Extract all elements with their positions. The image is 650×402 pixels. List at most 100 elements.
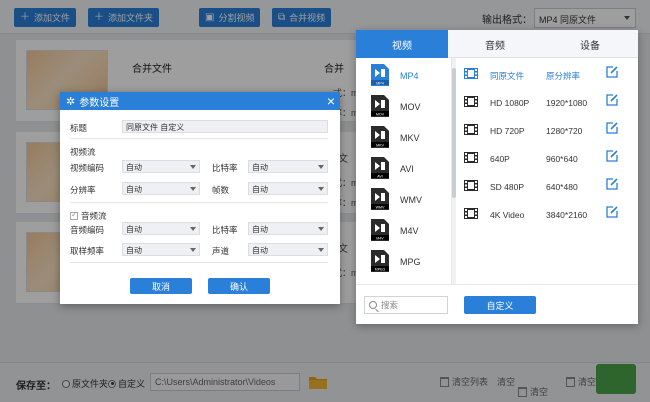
chevron-down-icon xyxy=(190,187,196,191)
audio-bitrate-label: 比特率 xyxy=(212,225,238,235)
sample-rate-label: 取样频率 xyxy=(70,246,105,256)
quality-row[interactable]: 640P 960*640 xyxy=(460,144,636,172)
format-icon-label: M4V xyxy=(376,236,384,240)
divider xyxy=(70,202,328,203)
video-file-icon: M4V xyxy=(371,219,389,241)
quality-resolution: 3840*2160 xyxy=(546,210,588,220)
video-codec-select[interactable]: 自动 xyxy=(122,160,200,173)
gear-icon: ✲ xyxy=(66,95,76,108)
edit-icon[interactable] xyxy=(605,177,619,191)
audio-bitrate-select[interactable]: 自动 xyxy=(248,222,328,235)
edit-icon[interactable] xyxy=(605,149,619,163)
fps-label: 帧数 xyxy=(212,185,230,195)
format-item-avi[interactable]: AVI AVI xyxy=(356,153,451,184)
quality-name: SD 480P xyxy=(490,182,525,192)
tab-audio[interactable]: 音频 xyxy=(448,30,542,58)
format-item-mpg[interactable]: MPEG MPG xyxy=(356,246,451,277)
format-item-mp4[interactable]: MP4 MP4 xyxy=(356,60,451,91)
quality-resolution: 原分辨率 xyxy=(546,71,581,81)
video-file-icon: MPEG xyxy=(371,250,389,272)
audio-codec-label: 音频编码 xyxy=(70,225,105,235)
format-item-mkv[interactable]: MKV MKV xyxy=(356,122,451,153)
format-name: M4V xyxy=(400,226,419,236)
tab-device[interactable]: 设备 xyxy=(542,30,638,58)
edit-icon[interactable] xyxy=(605,121,619,135)
custom-button[interactable]: 自定义 xyxy=(464,296,536,314)
quality-row[interactable]: SD 480P 640*480 xyxy=(460,172,636,200)
resolution-label: 分辨率 xyxy=(70,185,96,195)
divider xyxy=(70,262,328,263)
quality-resolution: 1920*1080 xyxy=(546,98,588,108)
channel-select[interactable]: 自动 xyxy=(248,243,328,256)
format-list: MP4 MP4 MOV MOV MKV MKV AVI AVI WMV WMV M4V M4V MPEG… xyxy=(356,58,452,284)
film-icon xyxy=(464,96,478,107)
resolution-select[interactable]: 自动 xyxy=(122,182,200,195)
divider xyxy=(70,138,328,139)
quality-name: 同原文件 xyxy=(490,71,525,81)
bitrate-select[interactable]: 自动 xyxy=(248,160,328,173)
quality-row[interactable]: HD 1080P 1920*1080 xyxy=(460,88,636,116)
quality-name: HD 720P xyxy=(490,126,525,136)
quality-resolution: 1280*720 xyxy=(546,126,583,136)
chevron-down-icon xyxy=(190,248,196,252)
format-name: AVI xyxy=(400,164,414,174)
title-input[interactable]: 同原文件 自定义 xyxy=(122,120,328,133)
film-icon xyxy=(464,124,478,135)
channel-label: 声道 xyxy=(212,246,230,256)
quality-row[interactable]: 4K Video 3840*2160 xyxy=(460,200,636,228)
format-icon-label: MPEG xyxy=(375,267,386,271)
format-icon-label: MOV xyxy=(376,112,385,116)
film-icon xyxy=(464,208,478,219)
chevron-down-icon xyxy=(318,248,324,252)
format-icon-label: AVI xyxy=(377,174,383,178)
audio-codec-select[interactable]: 自动 xyxy=(122,222,200,235)
video-file-icon: MP4 xyxy=(371,64,389,86)
confirm-button[interactable]: 确认 xyxy=(208,278,270,294)
format-icon-label: MKV xyxy=(376,143,384,147)
close-icon[interactable]: × xyxy=(327,93,335,109)
video-file-icon: AVI xyxy=(371,157,389,179)
chevron-down-icon xyxy=(190,165,196,169)
video-file-icon: MKV xyxy=(371,126,389,148)
quality-name: 640P xyxy=(490,154,510,164)
quality-name: 4K Video xyxy=(490,210,525,220)
format-item-m4v[interactable]: M4V M4V xyxy=(356,215,451,246)
chevron-down-icon xyxy=(318,165,324,169)
audio-stream-checkbox[interactable]: 音频流 xyxy=(70,210,107,222)
scrollbar-thumb[interactable] xyxy=(452,68,456,198)
title-label: 标题 xyxy=(70,123,88,133)
quality-resolution: 960*640 xyxy=(546,154,578,164)
chevron-down-icon xyxy=(318,227,324,231)
chevron-down-icon xyxy=(190,227,196,231)
film-icon xyxy=(464,68,478,79)
video-file-icon: MOV xyxy=(371,95,389,117)
sample-rate-select[interactable]: 自动 xyxy=(122,243,200,256)
video-file-icon: WMV xyxy=(371,188,389,210)
checkbox-icon xyxy=(70,210,78,220)
quality-row[interactable]: HD 720P 1280*720 xyxy=(460,116,636,144)
params-dialog: ✲ 参数设置 × 标题 同原文件 自定义 视频流 视频编码 自动 比特率 自动 … xyxy=(60,92,340,304)
fps-select[interactable]: 自动 xyxy=(248,182,328,195)
format-name: MKV xyxy=(400,133,420,143)
params-dialog-header: ✲ 参数设置 × xyxy=(60,92,340,110)
quality-row[interactable]: 同原文件 原分辨率 xyxy=(460,60,636,88)
video-codec-label: 视频编码 xyxy=(70,163,105,173)
format-name: MP4 xyxy=(400,71,419,81)
film-icon xyxy=(464,152,478,163)
format-icon-label: WMV xyxy=(376,205,385,209)
search-input[interactable]: 搜索 xyxy=(364,296,448,314)
cancel-button[interactable]: 取消 xyxy=(130,278,192,294)
format-panel: 视频 音频 设备 MP4 MP4 MOV MOV MKV MKV AVI AVI WMV WMV M… xyxy=(356,30,638,324)
edit-icon[interactable] xyxy=(605,93,619,107)
format-item-wmv[interactable]: WMV WMV xyxy=(356,184,451,215)
bitrate-label: 比特率 xyxy=(212,163,238,173)
format-item-mov[interactable]: MOV MOV xyxy=(356,91,451,122)
format-list-scrollbar[interactable] xyxy=(452,58,456,284)
divider xyxy=(356,284,638,285)
edit-icon[interactable] xyxy=(605,205,619,219)
format-tabs: 视频 音频 设备 xyxy=(356,30,638,58)
format-name: WMV xyxy=(400,195,422,205)
video-stream-label: 视频流 xyxy=(70,147,96,157)
tab-video[interactable]: 视频 xyxy=(356,30,448,58)
edit-icon[interactable] xyxy=(605,65,619,79)
